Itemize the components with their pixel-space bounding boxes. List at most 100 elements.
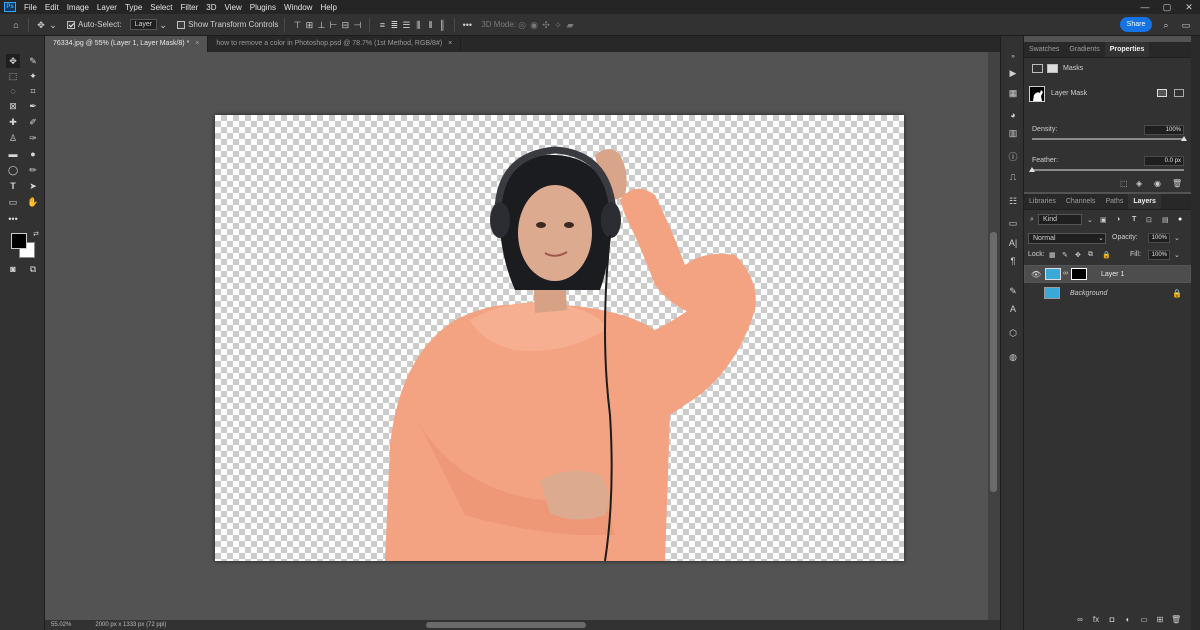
link-layers-icon[interactable]: ∞	[1075, 615, 1085, 624]
align-bottom-icon[interactable]: ⊥	[315, 20, 327, 30]
tab-how-to-remove[interactable]: how to remove a color in Photoshop.psd @…	[208, 36, 462, 52]
properties-icon[interactable]: ⎍	[1006, 170, 1020, 184]
distribute-bottom-icon[interactable]: ☰	[400, 20, 412, 30]
layers-comp-icon[interactable]: ▭	[1006, 216, 1020, 230]
density-slider[interactable]	[1032, 138, 1184, 140]
menu-type[interactable]: Type	[121, 3, 146, 12]
chevron-down-icon[interactable]: ⌄	[1174, 251, 1180, 259]
close-icon[interactable]: ×	[195, 40, 199, 47]
3d-icon[interactable]: ⬡	[1006, 326, 1020, 340]
quick-select-icon[interactable]: ✎	[26, 54, 40, 68]
blend-mode-dropdown[interactable]: Normal	[1028, 233, 1106, 244]
stamp-icon[interactable]: ♙	[6, 131, 20, 145]
play-icon[interactable]: ▶	[1006, 66, 1020, 80]
quick-mask-icon[interactable]: ◙	[6, 262, 20, 276]
move-tool-icon[interactable]: ✥	[6, 54, 20, 68]
chevron-down-icon[interactable]: ⌄	[47, 20, 59, 30]
tab-gradients[interactable]: Gradients	[1064, 42, 1104, 57]
pen-icon[interactable]: ✏	[26, 163, 40, 177]
chevron-down-icon[interactable]: ⌄	[1087, 216, 1093, 224]
adjustments-icon[interactable]: ▦	[1006, 86, 1020, 100]
3d-roll-icon[interactable]: ◉	[528, 20, 540, 30]
character-icon[interactable]: A|	[1006, 236, 1020, 250]
menu-filter[interactable]: Filter	[177, 3, 203, 12]
menu-help[interactable]: Help	[316, 3, 340, 12]
distribute-vcenter-icon[interactable]: ≣	[388, 20, 400, 30]
scroll-thumb[interactable]	[990, 232, 997, 492]
foreground-color-swatch[interactable]	[11, 233, 27, 249]
menu-image[interactable]: Image	[63, 3, 93, 12]
align-right-icon[interactable]: ⊣	[351, 20, 363, 30]
eraser-icon[interactable]: ▬	[6, 147, 20, 161]
eye-icon[interactable]: 👁	[1031, 270, 1041, 279]
apply-mask-icon[interactable]: ◈	[1136, 179, 1142, 188]
tab-76334[interactable]: 76334.jpg @ 55% (Layer 1, Layer Mask/8) …	[45, 36, 209, 52]
color-wheel-icon[interactable]: ◕	[1006, 108, 1020, 122]
delete-mask-icon[interactable]: 🗑	[1172, 179, 1182, 188]
panel-scrollbar[interactable]	[1191, 36, 1200, 630]
align-hcenter-icon[interactable]: ⊟	[339, 20, 351, 30]
filter-kind-dropdown[interactable]: Kind	[1038, 214, 1082, 225]
menu-edit[interactable]: Edit	[41, 3, 63, 12]
swap-colors-icon[interactable]: ⇄	[29, 228, 43, 242]
density-field[interactable]: 100%	[1144, 125, 1184, 135]
tab-swatches[interactable]: Swatches	[1024, 42, 1064, 57]
path-select-icon[interactable]: ➤	[26, 179, 40, 193]
zoom-level[interactable]: 55.02%	[51, 622, 71, 628]
menu-layer[interactable]: Layer	[93, 3, 121, 12]
collapse-icon[interactable]: »	[1006, 50, 1020, 64]
more-options-icon[interactable]: •••	[461, 20, 473, 30]
sliders-icon[interactable]: ☷	[1006, 194, 1020, 208]
close-window-button[interactable]: ✕	[1178, 2, 1200, 13]
hand-icon[interactable]: ✋	[26, 195, 40, 209]
density-knob[interactable]	[1181, 136, 1187, 141]
vector-mask-icon[interactable]	[1047, 64, 1058, 73]
layer-row[interactable]: Background 🔒	[1024, 285, 1191, 303]
align-left-icon[interactable]: ⊢	[327, 20, 339, 30]
brush-icon[interactable]: ✐	[26, 115, 40, 129]
materials-icon[interactable]: ◍	[1006, 350, 1020, 364]
more-tools-icon[interactable]: •••	[6, 212, 20, 226]
layer-name[interactable]: Background	[1070, 290, 1107, 297]
healing-icon[interactable]: ✚	[6, 115, 20, 129]
chain-icon[interactable]: ∞	[1063, 270, 1068, 277]
3d-orbit-icon[interactable]: ◎	[516, 20, 528, 30]
maximize-button[interactable]: ▢	[1156, 2, 1178, 13]
eyedropper-icon[interactable]: ✒	[26, 99, 40, 113]
type-icon[interactable]: T	[6, 179, 20, 193]
lock-all-icon[interactable]: 🔒	[1102, 251, 1111, 259]
distribute-hcenter-icon[interactable]: ⦀	[424, 20, 436, 30]
lock-transparent-icon[interactable]: ▦	[1049, 251, 1056, 259]
menu-plugins[interactable]: Plugins	[246, 3, 280, 12]
new-group-icon[interactable]: ▭	[1139, 615, 1149, 624]
auto-select-option[interactable]: Auto-Select:	[67, 20, 122, 29]
lasso-icon[interactable]: ◌	[6, 84, 20, 98]
feather-slider[interactable]	[1032, 169, 1184, 171]
chevron-down-icon[interactable]: ⌄	[1098, 234, 1104, 242]
info-icon[interactable]: ⓘ	[1006, 150, 1020, 164]
move-tool-icon[interactable]: ✥	[35, 20, 47, 30]
magic-wand-icon[interactable]: ✦	[26, 69, 40, 83]
delete-layer-icon[interactable]: 🗑	[1171, 615, 1181, 624]
chevron-down-icon[interactable]: ⌄	[157, 20, 169, 30]
feather-field[interactable]: 0.0 px	[1144, 156, 1184, 166]
marquee-icon[interactable]: ⬚	[6, 69, 20, 83]
brush-settings-icon[interactable]: ✎	[1006, 284, 1020, 298]
tab-layers[interactable]: Layers	[1128, 194, 1161, 209]
filter-shape-icon[interactable]: ⊡	[1146, 216, 1152, 224]
history-brush-icon[interactable]: ✑	[26, 131, 40, 145]
adjustment-layer-icon[interactable]: ◐	[1123, 615, 1133, 624]
menu-3d[interactable]: 3D	[202, 3, 220, 12]
load-selection-icon[interactable]: ⬚	[1120, 179, 1128, 188]
distribute-right-icon[interactable]: ║	[436, 20, 448, 30]
3d-pan-icon[interactable]: ✧	[552, 20, 564, 30]
rectangle-icon[interactable]: ▭	[6, 195, 20, 209]
layer-mask-thumbnail[interactable]	[1071, 268, 1087, 280]
dodge-icon[interactable]: ◯	[6, 163, 20, 177]
chevron-down-icon[interactable]: ⌄	[1174, 234, 1180, 242]
search-icon[interactable]: ⌕	[1160, 20, 1172, 30]
blur-icon[interactable]: ●	[26, 147, 40, 161]
close-icon[interactable]: ×	[448, 40, 452, 47]
disable-mask-icon[interactable]: ◉	[1154, 179, 1161, 188]
paragraph-icon[interactable]: ¶	[1006, 254, 1020, 268]
